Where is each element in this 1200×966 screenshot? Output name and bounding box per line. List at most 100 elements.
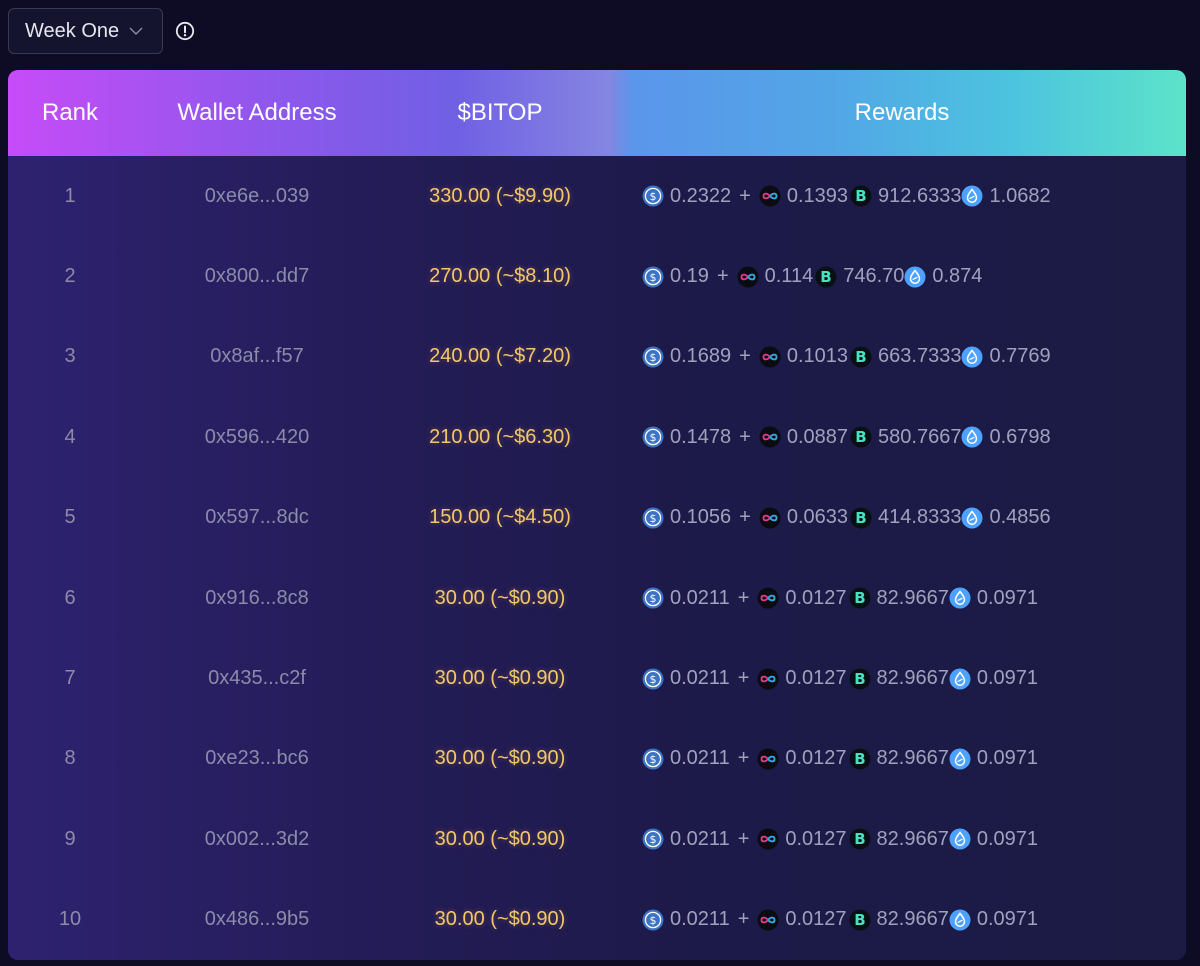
sui-drop-icon: [949, 909, 971, 931]
chevron-down-icon: [129, 27, 143, 35]
wallet-cell: 0x916...8c8: [205, 586, 309, 609]
sui-drop-icon: [961, 346, 983, 368]
reward-bitop-value: 82.9667: [876, 908, 949, 931]
usdc-icon: $: [642, 587, 664, 609]
table-row: 7 0x435...c2f 30.00 (~$0.90) $ 0.0211 + …: [8, 638, 1186, 718]
rewards-cell: $ 0.0211 + 0.0127 B 82.9667 0.0971: [642, 747, 1038, 770]
reward-icp-value: 0.0127: [785, 747, 847, 770]
usdc-icon: $: [642, 507, 664, 529]
rank-cell: 4: [64, 425, 76, 448]
sui-drop-icon: [904, 266, 926, 288]
icp-infinity-icon: [757, 668, 779, 690]
header-bitop: $BITOP: [457, 99, 543, 126]
bitop-cell: 30.00 (~$0.90): [434, 747, 566, 770]
rank-cell: 7: [64, 667, 76, 690]
svg-text:$: $: [650, 432, 657, 445]
bitop-cell: 150.00 (~$4.50): [429, 506, 571, 529]
usdc-icon: $: [642, 185, 664, 207]
table-body: 1 0xe6e...039 330.00 (~$9.90) $ 0.2322 +…: [8, 156, 1186, 960]
rewards-cell: $ 0.19 + 0.114 B 746.70 0.874: [642, 265, 982, 288]
reward-sui-value: 0.4856: [989, 506, 1051, 529]
reward-bitop-value: 82.9667: [876, 827, 949, 850]
reward-icp-value: 0.0127: [785, 827, 847, 850]
table-row: 5 0x597...8dc 150.00 (~$4.50) $ 0.1056 +…: [8, 478, 1186, 558]
rewards-cell: $ 0.0211 + 0.0127 B 82.9667 0.0971: [642, 828, 1038, 851]
reward-icp-value: 0.0127: [785, 908, 847, 931]
svg-text:B: B: [854, 589, 865, 607]
info-icon[interactable]: [175, 21, 195, 41]
header-rank: Rank: [41, 99, 99, 126]
usdc-icon: $: [642, 909, 664, 931]
wallet-cell: 0x002...3d2: [204, 827, 310, 850]
wallet-cell: 0x8af...f57: [210, 345, 304, 368]
bitop-b-icon: B: [849, 909, 871, 931]
rewards-cell: $ 0.1056 + 0.0633 B 414.8333 0.4856: [642, 506, 1051, 529]
table-row: 1 0xe6e...039 330.00 (~$9.90) $ 0.2322 +…: [8, 156, 1186, 236]
reward-plus: +: [739, 345, 751, 368]
reward-plus: +: [737, 908, 750, 931]
svg-text:B: B: [855, 187, 866, 205]
header-rewards: Rewards: [854, 99, 950, 126]
reward-icp-value: 0.114: [764, 265, 814, 288]
week-dropdown[interactable]: Week One: [8, 8, 163, 54]
wallet-cell: 0xe23...bc6: [205, 747, 309, 770]
reward-usdc-value: 0.0211: [670, 586, 730, 609]
reward-icp-value: 0.0127: [785, 586, 847, 609]
reward-usdc-value: 0.1056: [670, 506, 732, 529]
reward-bitop-value: 414.8333: [878, 506, 962, 529]
week-dropdown-label: Week One: [25, 19, 120, 42]
reward-icp-value: 0.1393: [786, 184, 849, 207]
rank-cell: 8: [64, 747, 76, 770]
rewards-cell: $ 0.0211 + 0.0127 B 82.9667 0.0971: [642, 667, 1038, 690]
usdc-icon: $: [642, 828, 664, 850]
reward-usdc-value: 0.0211: [670, 747, 730, 770]
svg-text:B: B: [854, 750, 865, 768]
reward-sui-value: 0.0971: [976, 747, 1039, 770]
bitop-b-icon: B: [815, 266, 837, 288]
icp-infinity-icon: [759, 507, 781, 529]
bitop-b-icon: B: [850, 185, 872, 207]
svg-text:B: B: [820, 268, 831, 286]
reward-sui-value: 0.0971: [976, 908, 1039, 931]
reward-bitop-value: 912.6333: [878, 184, 962, 207]
reward-bitop-value: 82.9667: [876, 667, 949, 690]
rank-cell: 9: [64, 827, 76, 850]
sui-drop-icon: [949, 828, 971, 850]
icp-infinity-icon: [757, 748, 779, 770]
wallet-cell: 0x435...c2f: [208, 667, 306, 690]
reward-plus: +: [737, 667, 750, 690]
rank-cell: 1: [64, 184, 76, 207]
bitop-cell: 330.00 (~$9.90): [429, 184, 571, 207]
rewards-cell: $ 0.2322 + 0.1393 B 912.6333 1.0682: [642, 185, 1051, 208]
svg-text:$: $: [650, 512, 657, 525]
usdc-icon: $: [642, 266, 664, 288]
reward-icp-value: 0.1013: [786, 345, 849, 368]
bitop-cell: 270.00 (~$8.10): [429, 265, 571, 288]
bitop-cell: 30.00 (~$0.90): [434, 586, 566, 609]
svg-text:$: $: [650, 753, 657, 766]
header-wallet: Wallet Address: [177, 99, 337, 126]
reward-bitop-value: 82.9667: [876, 747, 949, 770]
sui-drop-icon: [961, 507, 983, 529]
reward-sui-value: 0.6798: [989, 425, 1051, 448]
svg-text:B: B: [854, 670, 865, 688]
reward-plus: +: [737, 586, 750, 609]
reward-sui-value: 0.0971: [976, 827, 1039, 850]
table-row: 8 0xe23...bc6 30.00 (~$0.90) $ 0.0211 + …: [8, 719, 1186, 799]
reward-bitop-value: 746.70: [843, 265, 905, 288]
table-row: 4 0x596...420 210.00 (~$6.30) $ 0.1478 +…: [8, 397, 1186, 477]
svg-text:$: $: [650, 834, 657, 847]
reward-plus: +: [739, 184, 751, 207]
svg-text:B: B: [854, 911, 865, 929]
reward-sui-value: 0.0971: [976, 586, 1039, 609]
wallet-cell: 0x486...9b5: [204, 908, 310, 931]
rank-cell: 2: [64, 265, 76, 288]
reward-sui-value: 1.0682: [989, 184, 1051, 207]
bitop-cell: 210.00 (~$6.30): [429, 425, 571, 448]
bitop-b-icon: B: [849, 587, 871, 609]
sui-drop-icon: [961, 185, 983, 207]
icp-infinity-icon: [757, 587, 779, 609]
svg-text:$: $: [650, 592, 657, 605]
reward-plus: +: [737, 747, 750, 770]
reward-usdc-value: 0.0211: [670, 827, 730, 850]
